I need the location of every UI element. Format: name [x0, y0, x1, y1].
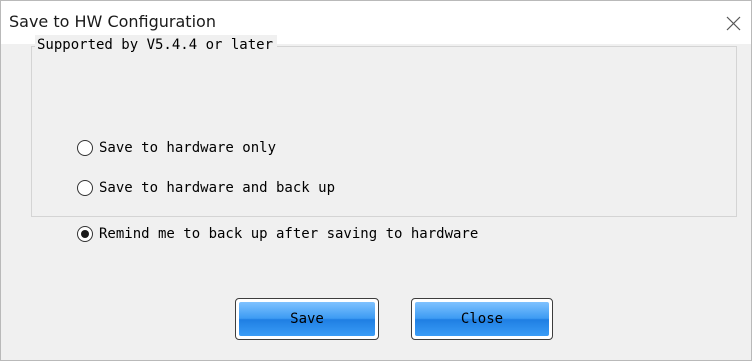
radio-save-hardware-only[interactable]: Save to hardware only — [77, 137, 276, 159]
dialog-title: Save to HW Configuration — [9, 12, 216, 31]
groupbox-legend: Supported by V5.4.4 or later — [35, 35, 278, 55]
save-button-label: Save — [290, 311, 324, 327]
radio-button-unchecked[interactable] — [77, 180, 93, 196]
dialog-window: Save to HW Configuration Supported by V5… — [0, 0, 752, 361]
save-button-face: Save — [239, 302, 375, 336]
radio-label: Save to hardware only — [99, 140, 277, 156]
radio-button-checked[interactable] — [77, 226, 93, 242]
close-button[interactable]: Close — [411, 298, 553, 340]
close-button-face: Close — [415, 302, 549, 336]
radio-label: Save to hardware and back up — [99, 180, 336, 196]
close-button-label: Close — [460, 311, 504, 327]
radio-selected-dot — [81, 230, 89, 238]
radio-button-unchecked[interactable] — [77, 140, 93, 156]
radio-label: Remind me to back up after saving to har… — [99, 226, 479, 242]
close-icon[interactable] — [717, 7, 749, 39]
radio-remind-backup[interactable]: Remind me to back up after saving to har… — [77, 223, 478, 245]
radio-save-hardware-and-backup[interactable]: Save to hardware and back up — [77, 177, 335, 199]
save-button[interactable]: Save — [235, 298, 379, 340]
